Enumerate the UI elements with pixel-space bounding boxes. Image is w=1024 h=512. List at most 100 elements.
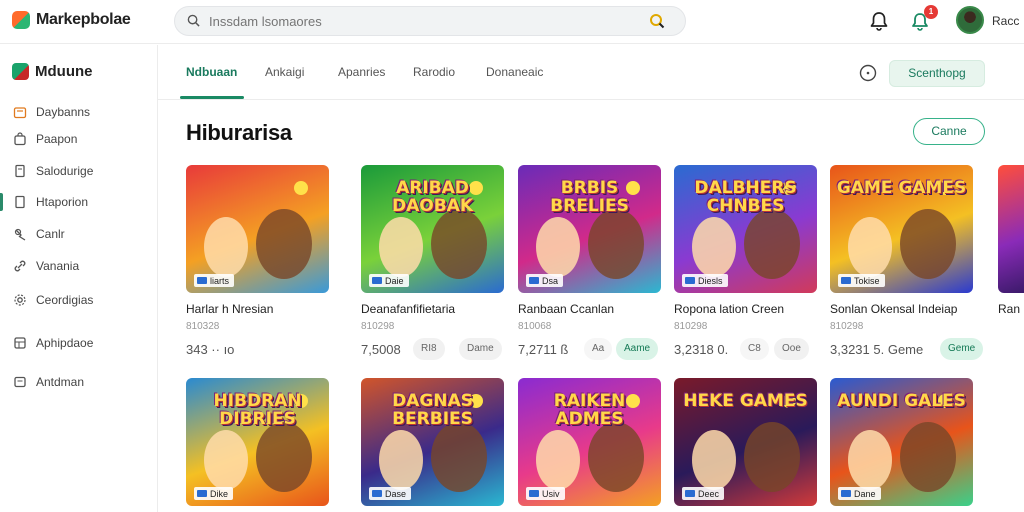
card-tag-label: Dike xyxy=(210,488,229,499)
game-card[interactable]: HIBDRAN DIBRIES Dike xyxy=(186,378,329,506)
tab-donaneaic[interactable]: Donaneaic xyxy=(486,65,543,79)
flag-icon xyxy=(685,277,695,284)
card-name: Deanafanfifietaria xyxy=(361,302,456,316)
sidebar: Mduune Daybanns Paapon Salodurige Htaporion… xyxy=(0,45,158,512)
bell-icon[interactable] xyxy=(868,10,890,32)
game-card[interactable]: HEKE GAMES Deec xyxy=(674,378,817,506)
card-thumbnail[interactable]: HIBDRAN DIBRIES Dike xyxy=(186,378,329,506)
search-bar[interactable] xyxy=(174,6,686,36)
card-id: 810298 xyxy=(674,321,708,332)
card-name: Ropona lation Creen xyxy=(674,302,785,316)
gear-icon xyxy=(14,294,26,306)
card-tag: Tokise xyxy=(838,274,885,287)
character-art xyxy=(431,422,487,492)
character-art xyxy=(744,422,800,492)
sidebar-item-label: Vanania xyxy=(36,259,80,273)
sidebar-item-antdman[interactable]: Antdman xyxy=(0,370,158,394)
game-art-title: BRBIS BRELIES xyxy=(550,178,629,216)
search-submit-icon[interactable] xyxy=(649,13,665,29)
avatar[interactable] xyxy=(956,6,984,34)
section-action-button[interactable]: Canne xyxy=(913,118,985,145)
card-thumbnail[interactable]: DAGNAS BERBIES Dase xyxy=(361,378,504,506)
game-art-title: AUNDI GALES xyxy=(837,391,966,411)
card-id: 810298 xyxy=(361,321,395,332)
card-thumbnail[interactable]: liarts xyxy=(186,165,329,293)
game-card[interactable]: RAIKEN ADMES Usiv xyxy=(518,378,661,506)
game-card[interactable]: BRBIS BRELIES Dsa Ranbaan Ccanlan 810068 7,2… xyxy=(518,165,661,365)
card-action-button[interactable]: Geme xyxy=(940,338,984,360)
sidebar-item-aphipdaoe[interactable]: Aphipdaoe xyxy=(0,331,158,355)
flag-icon xyxy=(841,490,851,497)
card-chip[interactable]: RI8 xyxy=(413,338,445,360)
sidebar-item-daybanns[interactable]: Daybanns xyxy=(0,100,158,124)
game-card[interactable]: ARIBAD DAOBAK Daie Deanafanfifietaria 81029… xyxy=(361,165,504,365)
card-thumbnail[interactable]: AUNDI GALES Dane xyxy=(830,378,973,506)
flag-icon xyxy=(372,277,382,284)
box-icon xyxy=(14,376,26,388)
card-thumbnail[interactable]: RAIKEN ADMES Usiv xyxy=(518,378,661,506)
sidebar-item-label: Paapon xyxy=(36,132,78,146)
search-input[interactable] xyxy=(209,12,609,30)
character-art xyxy=(431,209,487,279)
sidebar-item-label: Aphipdaoe xyxy=(36,336,94,350)
card-thumbnail-partial[interactable] xyxy=(998,165,1024,293)
sidebar-item-salodurige[interactable]: Salodurige xyxy=(0,159,158,183)
sidebar-item-label: Salodurige xyxy=(36,164,94,178)
card-name-partial: Ran xyxy=(998,302,1021,316)
card-tag: liarts xyxy=(194,274,235,287)
tab-apanries[interactable]: Apanries xyxy=(338,65,385,79)
info-icon[interactable] xyxy=(859,64,877,82)
tab-ndbuaan[interactable]: Ndbuaan xyxy=(186,65,237,79)
card-action-button[interactable]: Aame xyxy=(616,338,659,360)
card-thumbnail[interactable]: DALBHERS CHNBES Diesls xyxy=(674,165,817,293)
card-tag: Daie xyxy=(369,274,409,287)
card-thumbnail[interactable]: ARIBAD DAOBAK Daie xyxy=(361,165,504,293)
sidebar-item-paapon[interactable]: Paapon xyxy=(0,127,158,151)
card-name: Harlar h Nresian xyxy=(186,302,274,316)
card-chip[interactable]: C8 xyxy=(740,338,769,360)
character-art xyxy=(848,430,892,490)
tab-ankaigi[interactable]: Ankaigi xyxy=(265,65,304,79)
user-name[interactable]: Racc xyxy=(992,14,1019,28)
sidebar-item-canlr[interactable]: Canlr xyxy=(0,222,158,246)
shop-button[interactable]: Scenthopg xyxy=(889,60,985,87)
card-thumbnail[interactable]: BRBIS BRELIES Dsa xyxy=(518,165,661,293)
card-thumbnail[interactable]: HEKE GAMES Deec xyxy=(674,378,817,506)
bag-icon xyxy=(14,132,26,146)
top-bar: Markepbolae 1 Racc xyxy=(0,0,1024,44)
sidebar-item-label: Canlr xyxy=(36,227,65,241)
sidebar-item-htaporion[interactable]: Htaporion xyxy=(0,190,158,214)
card-tag-label: liarts xyxy=(210,275,230,286)
link-icon xyxy=(14,260,26,272)
flag-icon xyxy=(529,490,539,497)
character-art xyxy=(536,430,580,490)
sidebar-header[interactable]: Mduune xyxy=(12,63,93,80)
game-card[interactable]: AUNDI GALES Dane xyxy=(830,378,973,506)
game-art-title: DAGNAS BERBIES xyxy=(392,391,473,429)
card-thumbnail[interactable]: GAME GAMES Tokise xyxy=(830,165,973,293)
sidebar-item-ceordigias[interactable]: Ceordigias xyxy=(0,288,158,312)
card-tag: Dsa xyxy=(526,274,564,287)
sidebar-item-vanania[interactable]: Vanania xyxy=(0,254,158,278)
card-tag-label: Daie xyxy=(385,275,404,286)
sidebar-title: Mduune xyxy=(35,63,93,80)
game-card[interactable]: liarts Harlar h Nresian 810328 3‍43 ·· ıo xyxy=(186,165,329,365)
card-tag: Dane xyxy=(838,487,881,500)
card-action-button[interactable]: Dame xyxy=(459,338,502,360)
flag-icon xyxy=(372,490,382,497)
game-card[interactable]: DALBHERS CHNBES Diesls Ropona lation Creen… xyxy=(674,165,817,365)
card-chip[interactable]: Aa xyxy=(584,338,613,360)
brand[interactable]: Markepbolae xyxy=(12,11,131,29)
card-tag-label: Tokise xyxy=(854,275,880,286)
game-card[interactable]: DAGNAS BERBIES Dase xyxy=(361,378,504,506)
sidebar-item-label: Ceordigias xyxy=(36,293,94,307)
app-icon xyxy=(14,337,26,349)
brand-name: Markepbolae xyxy=(36,11,131,28)
character-art xyxy=(256,209,312,279)
tab-rarodio[interactable]: Rarodio xyxy=(413,65,455,79)
card-price: 3,2318 0. xyxy=(674,342,729,357)
game-card[interactable]: GAME GAMES Tokise Sonlan Okensal Indeiap 81… xyxy=(830,165,984,365)
card-action-button[interactable]: Ooe xyxy=(774,338,809,360)
character-art xyxy=(256,422,312,492)
game-art-title: ARIBAD DAOBAK xyxy=(391,178,473,216)
